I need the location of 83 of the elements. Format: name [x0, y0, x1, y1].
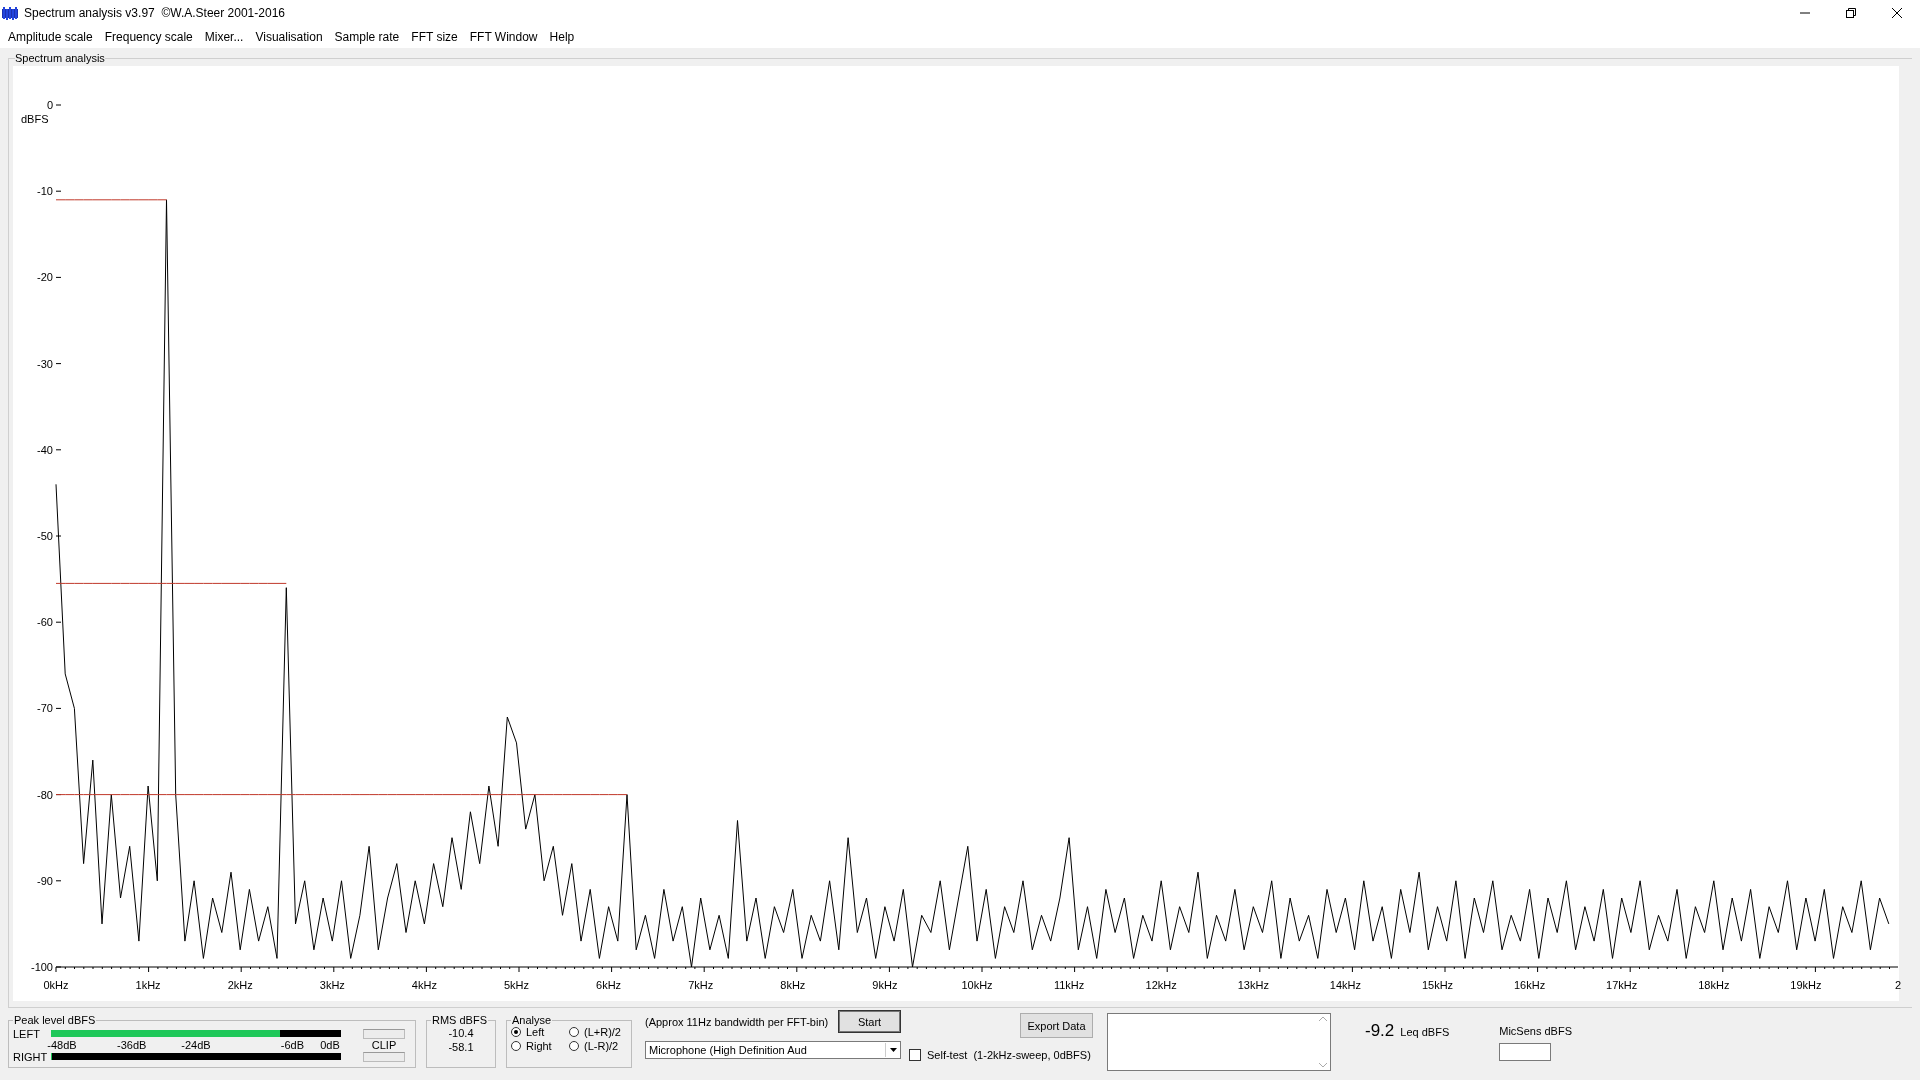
micsens-field[interactable]	[1499, 1043, 1552, 1061]
radio-option[interactable]: (L+R)/2	[569, 1026, 627, 1038]
group-label: Spectrum analysis	[15, 52, 105, 64]
radio-option[interactable]: (L-R)/2	[569, 1040, 627, 1052]
meter-scale-label: 0dB	[320, 1039, 340, 1051]
menu-item[interactable]: Help	[543, 30, 581, 44]
x-axis-label: 15kHz	[1421, 979, 1454, 991]
y-axis-label: -100	[30, 961, 53, 973]
radio-button[interactable]	[511, 1041, 521, 1051]
meter-scale-label: -24dB	[181, 1039, 211, 1051]
x-axis-label: 14kHz	[1329, 979, 1361, 991]
meter-scale-label: -36dB	[117, 1039, 147, 1051]
y-axis-label: -20	[37, 271, 53, 284]
x-axis-label: 19kHz	[1790, 979, 1822, 991]
radio-button[interactable]	[569, 1027, 579, 1037]
clip-indicator	[363, 1028, 405, 1039]
y-axis-label: -10	[37, 185, 53, 198]
close-icon	[1892, 8, 1902, 18]
x-axis-label: 7kHz	[688, 979, 714, 991]
restore-icon	[1846, 8, 1856, 18]
radio-label: (L-R)/2	[584, 1040, 619, 1052]
y-axis-label: -40	[37, 443, 53, 456]
y-axis-label: -90	[37, 874, 53, 887]
x-axis-label: 0kHz	[43, 979, 69, 991]
radio-label: (L+R)/2	[584, 1026, 621, 1038]
y-axis-label: -30	[37, 357, 53, 370]
clip-label: CLIP	[370, 1039, 398, 1051]
group-label: Peak level dBFS	[13, 1014, 97, 1026]
window-title: Spectrum analysis v3.97 ©W.A.Steer 2001-2016	[24, 6, 286, 20]
checkbox[interactable]	[909, 1049, 921, 1061]
channel-label: LEFT	[13, 1027, 41, 1040]
menu-item[interactable]: Visualisation	[249, 30, 329, 44]
x-axis-label: 5kHz	[503, 979, 530, 991]
export-data-button[interactable]: Export Data	[1020, 1013, 1093, 1038]
menu-item[interactable]: FFT Window	[463, 30, 544, 44]
y-axis-unit: dBFS	[21, 113, 49, 125]
app-icon	[2, 6, 18, 20]
x-axis-label: 4kHz	[411, 979, 437, 991]
micsens-label: MicSens dBFS	[1499, 1025, 1572, 1037]
menu-item[interactable]: Mixer...	[198, 30, 250, 44]
radio-label: Left	[526, 1026, 545, 1038]
menu-item[interactable]: Frequency scale	[98, 30, 199, 44]
clip-indicator	[363, 1051, 405, 1062]
radio-button[interactable]	[511, 1027, 521, 1037]
x-axis-label: 17kHz	[1606, 979, 1638, 991]
x-axis-label: 12kHz	[1145, 979, 1177, 991]
meter-scale-label: -6dB	[280, 1039, 305, 1051]
x-axis-label: 13kHz	[1237, 979, 1269, 991]
menu-item[interactable]: FFT size	[405, 30, 464, 44]
meter-scale-label: -48dB	[47, 1039, 77, 1051]
x-axis-label: 16kHz	[1514, 979, 1546, 991]
rms-value: -10.4	[447, 1026, 475, 1040]
x-axis-label: 6kHz	[596, 979, 622, 991]
y-axis-label: -80	[37, 788, 53, 801]
group-label: RMS dBFS	[431, 1014, 488, 1026]
y-axis-label: -70	[37, 702, 53, 715]
menu-item[interactable]: Sample rate	[328, 30, 406, 44]
x-axis-label: 1kHz	[135, 979, 161, 991]
device-dropdown[interactable]: Microphone (High Definition Aud	[645, 1041, 901, 1059]
bandwidth-note: (Approx 11Hz bandwidth per FFT-bin)	[645, 1016, 829, 1028]
leq-value: -9.2	[1365, 1021, 1395, 1041]
x-axis-label: 11kHz	[1053, 979, 1085, 991]
group-label: Analyse	[511, 1014, 553, 1026]
channel-label: RIGHT	[13, 1050, 49, 1063]
x-axis-label: 2	[1894, 979, 1902, 991]
rms-value: -58.1	[447, 1040, 475, 1054]
radio-option[interactable]: Left	[511, 1026, 569, 1038]
x-axis-label: 18kHz	[1698, 979, 1730, 991]
y-axis-label: -50	[37, 530, 53, 542]
x-axis-label: 8kHz	[780, 979, 806, 991]
y-axis-label: 0	[46, 99, 53, 111]
y-axis-label: -60	[37, 616, 53, 629]
x-axis-label: 2kHz	[227, 979, 253, 991]
x-axis-label: 10kHz	[961, 979, 993, 991]
dropdown-arrow-icon	[889, 1048, 897, 1052]
radio-option[interactable]: Right	[511, 1040, 569, 1052]
start-button[interactable]: Start	[838, 1010, 901, 1033]
menu-item[interactable]: Amplitude scale	[2, 30, 99, 44]
radio-label: Right	[526, 1040, 552, 1052]
x-axis-label: 9kHz	[872, 979, 898, 991]
radio-button[interactable]	[569, 1041, 579, 1051]
leq-unit: Leq dBFS	[1400, 1026, 1450, 1038]
x-axis-label: 3kHz	[319, 979, 345, 991]
